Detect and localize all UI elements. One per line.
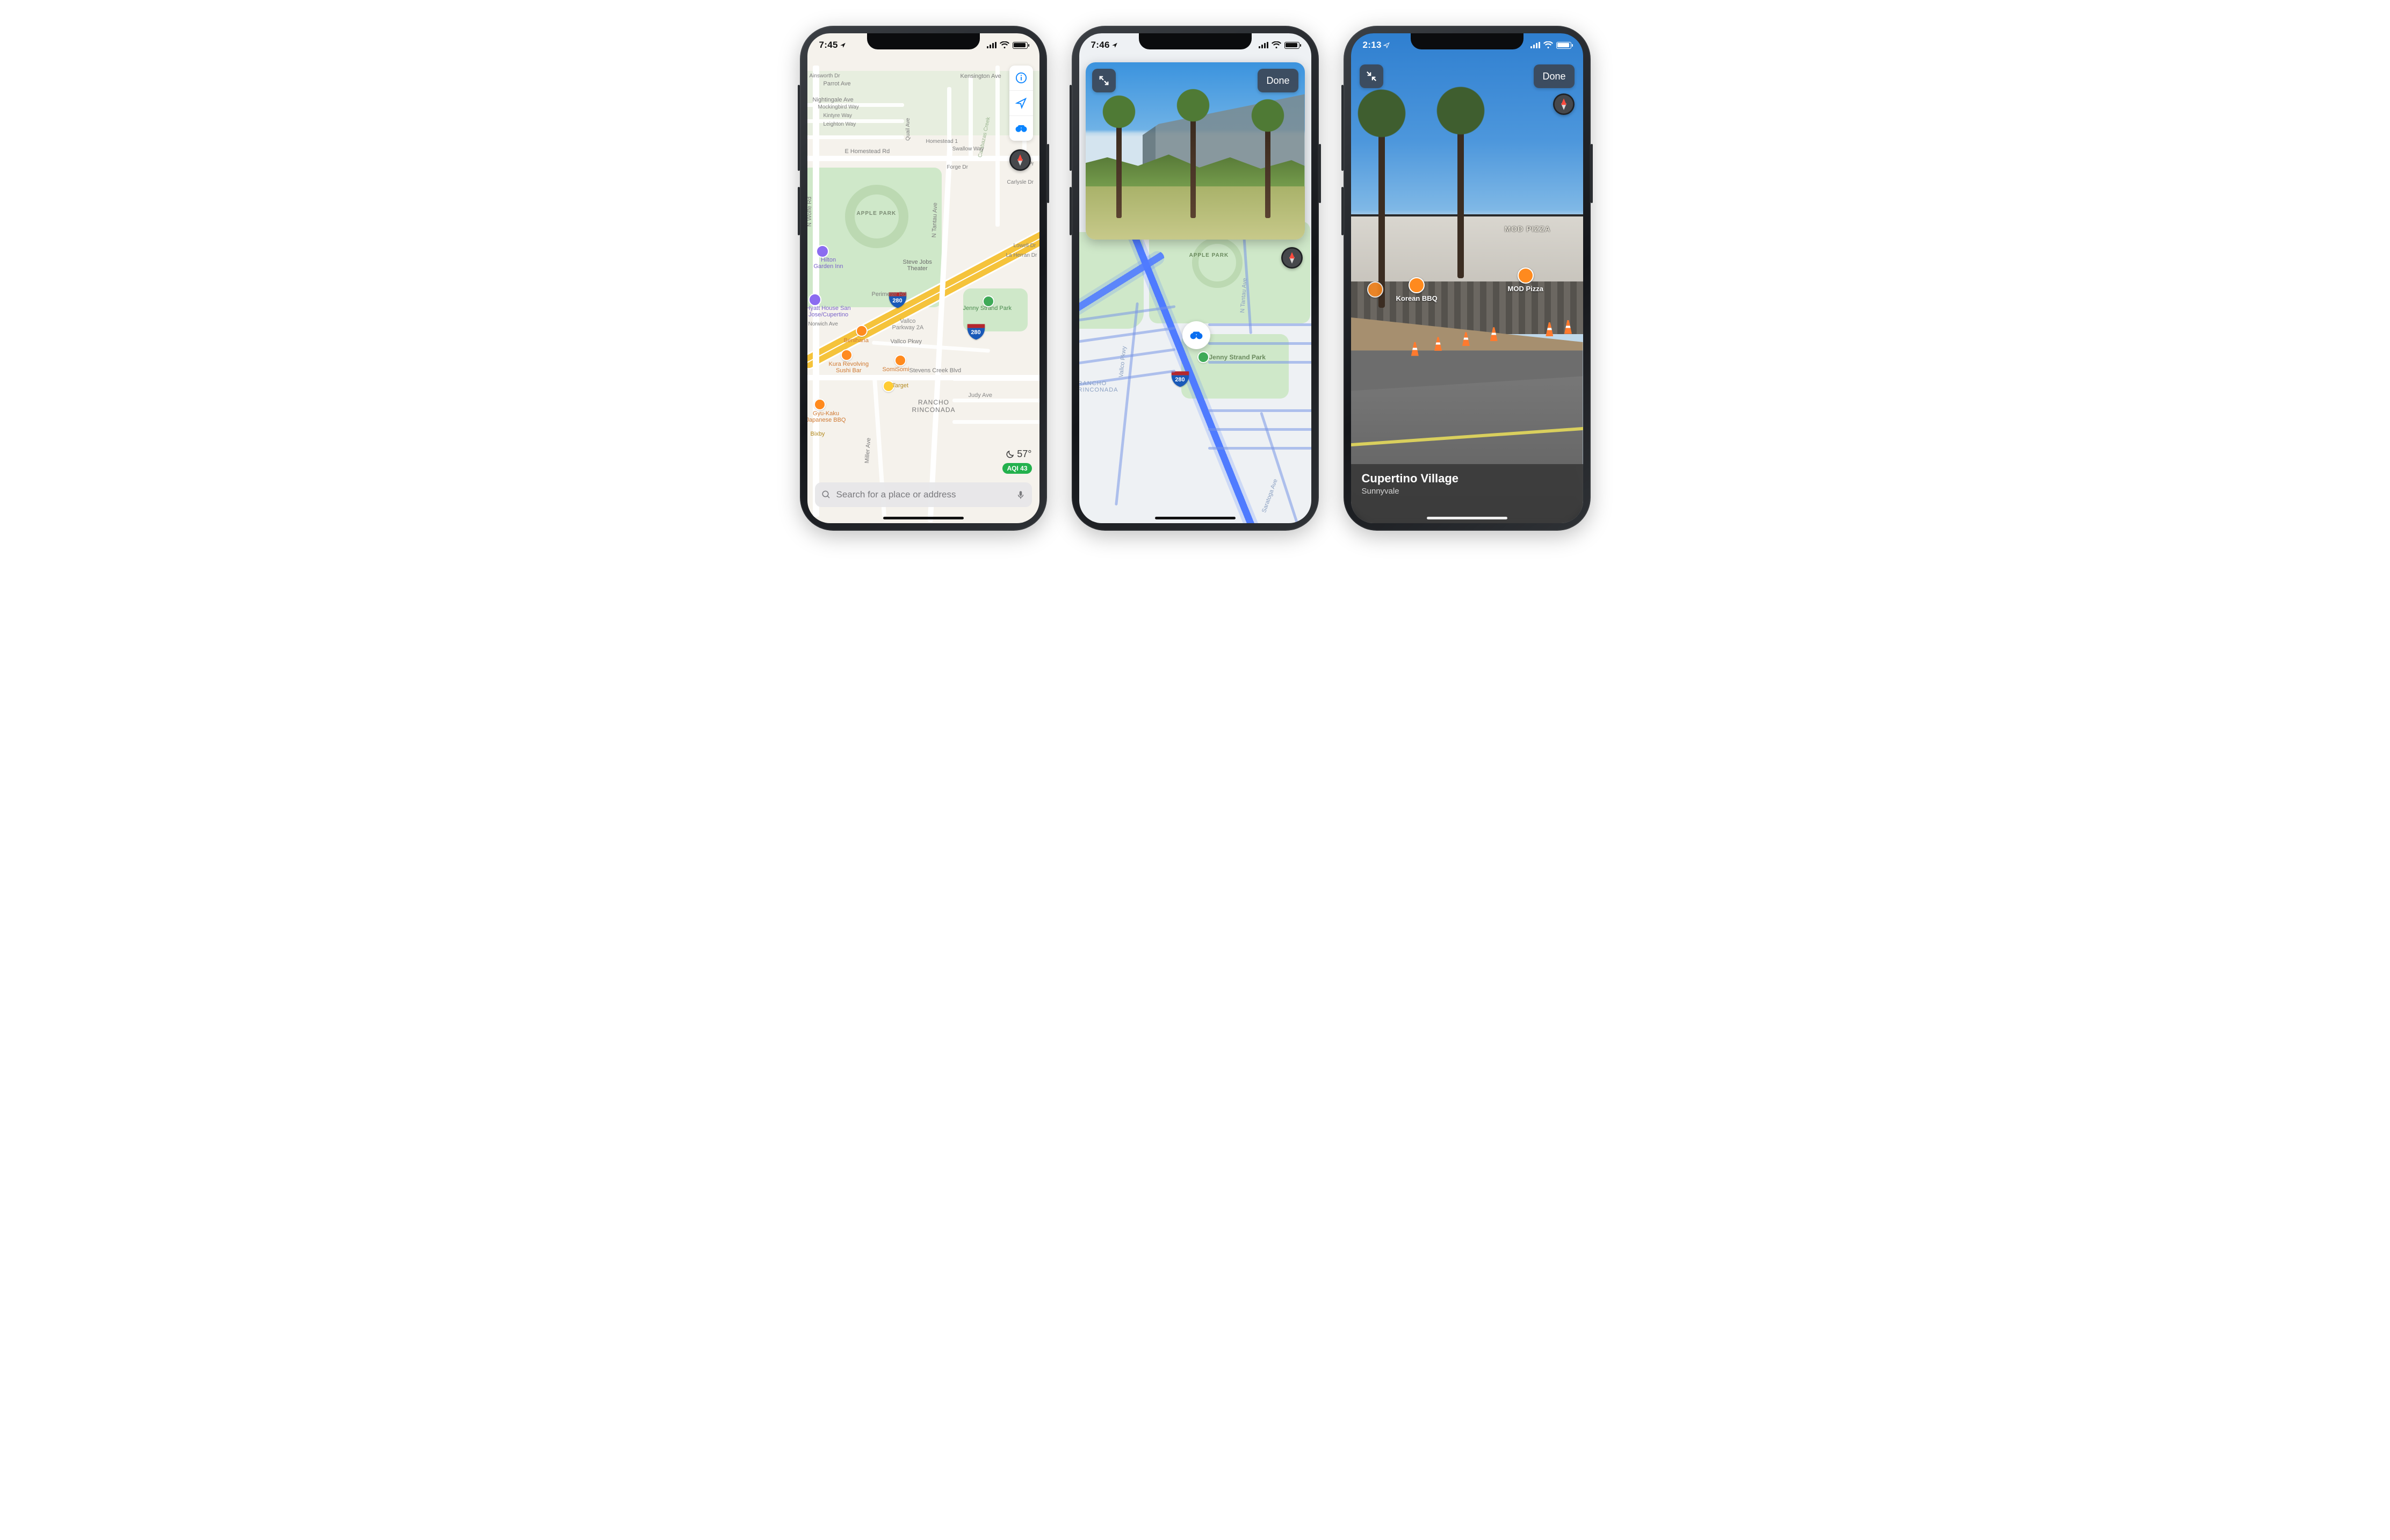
shrink-button[interactable] (1360, 64, 1383, 88)
map-canvas[interactable]: APPLE PARK 280 280 (807, 33, 1039, 523)
location-services-icon (840, 42, 846, 48)
lookaround-cursor[interactable] (1182, 321, 1210, 349)
street-kensington: Kensington Ave (961, 73, 1001, 79)
pin-jenny[interactable] (1197, 351, 1209, 363)
status-time: 7:46 (1091, 40, 1110, 50)
compass-button[interactable] (1281, 247, 1303, 269)
search-icon (821, 490, 831, 500)
food-icon (1409, 277, 1425, 293)
cellular-icon (1530, 42, 1540, 48)
street-carlysle: Carlysle Dr (1007, 179, 1034, 185)
pin-hyatt[interactable] (808, 293, 821, 306)
lookaround-button[interactable] (1009, 116, 1033, 141)
store-sign: MOD PIZZA (1505, 225, 1551, 233)
pin-somisomi[interactable] (894, 355, 906, 366)
status-time: 7:45 (819, 40, 838, 50)
street-nightingale: Nightingale Ave (813, 97, 854, 103)
street-laherran: La Herran Dr (1006, 252, 1037, 258)
pin-jenny-strand[interactable] (983, 295, 994, 307)
location-services-icon (1383, 42, 1390, 48)
street-homestead: E Homestead Rd (845, 148, 890, 155)
wifi-icon (1000, 41, 1009, 49)
street-tantau: N Tantau Ave (931, 203, 938, 237)
dictation-icon[interactable] (1016, 490, 1026, 500)
street-wolfe: N Wolfe Rd (807, 197, 813, 227)
lookaround-view[interactable]: MOD PIZZA (1351, 33, 1583, 523)
compass-button[interactable] (1553, 93, 1575, 115)
cellular-icon (987, 42, 997, 48)
wifi-icon (1543, 41, 1553, 49)
search-bar[interactable]: Search for a place or address (815, 482, 1032, 507)
street-stevens: Stevens Creek Blvd (909, 367, 962, 374)
phone-lookaround-fullscreen: 2:13 MOD PIZZA (1344, 26, 1591, 531)
district-rancho: RANCHO RINCONADA (912, 399, 956, 414)
notch (867, 33, 980, 49)
info-button[interactable] (1009, 66, 1033, 91)
food-icon (1367, 281, 1383, 298)
location-title: Cupertino Village (1362, 472, 1572, 486)
map-controls (1009, 66, 1033, 141)
district-rancho: RANCHO RINCONADA (1079, 380, 1118, 393)
poi-apple-park: APPLE PARK (857, 211, 897, 216)
battery-icon (1284, 42, 1299, 49)
shield-i280: 280 (966, 321, 986, 341)
pin-kura[interactable] (841, 349, 853, 361)
aqi-chip[interactable]: AQI 43 (1002, 463, 1031, 474)
shrink-icon (1366, 70, 1377, 82)
poi-apple-park: APPLE PARK (1189, 252, 1229, 258)
street-kintyre: Kintyre Way (824, 113, 853, 119)
search-placeholder: Search for a place or address (836, 489, 1010, 500)
pin-benihana[interactable] (856, 325, 868, 337)
poi-mod-pizza[interactable]: MOD Pizza (1508, 267, 1543, 293)
location-services-icon (1111, 42, 1118, 48)
location-subtitle: Sunnyvale (1362, 487, 1572, 496)
street-vallco-pkwy: Vallco Pkwy (891, 338, 922, 345)
pin-hilton[interactable] (816, 245, 829, 258)
battery-icon (1013, 42, 1028, 49)
poi-jenny: Jenny Strand Park (1209, 353, 1266, 361)
notch (1139, 33, 1252, 49)
home-indicator[interactable] (883, 517, 964, 519)
done-button[interactable]: Done (1258, 69, 1298, 92)
poi-nukai[interactable] (1367, 281, 1383, 298)
status-time: 2:13 (1363, 40, 1382, 50)
done-button[interactable]: Done (1534, 64, 1574, 88)
locate-button[interactable] (1009, 91, 1033, 116)
poi-steve-jobs-theater: Steve Jobs Theater (903, 259, 932, 272)
home-indicator[interactable] (1427, 517, 1507, 519)
pin-gyukaku[interactable] (814, 399, 826, 410)
wifi-icon (1272, 41, 1281, 49)
expand-button[interactable] (1092, 69, 1116, 92)
street-quail: Quail Ave (905, 118, 911, 141)
street-swallow: Swallow Way (952, 146, 984, 152)
street-leighton: Leighton Way (824, 121, 856, 127)
home-indicator[interactable] (1155, 517, 1236, 519)
street-mockingbird: Mockingbird Way (818, 104, 859, 110)
phone-lookaround-preview: 7:46 280 (1072, 26, 1319, 531)
street-norwich: Norwich Ave (808, 321, 838, 327)
street-lowell: Lowell Dr (1014, 243, 1036, 249)
street-ainsworth: Ainsworth Dr (810, 73, 840, 79)
pizza-icon (1518, 267, 1534, 284)
street-perimeter: Perimeter Rd (872, 291, 907, 298)
poi-korean-bbq[interactable]: Korean BBQ (1396, 277, 1438, 302)
cellular-icon (1259, 42, 1268, 48)
expand-icon (1098, 75, 1110, 86)
weather-chip[interactable]: 57° (1005, 449, 1031, 460)
battery-icon (1556, 42, 1571, 49)
label-homestead1: Homestead 1 (926, 139, 958, 144)
location-footer[interactable]: Cupertino Village Sunnyvale (1351, 464, 1583, 523)
phone-maps-overview: 7:45 APPLE PARK 280 (800, 26, 1047, 531)
street-parrot: Parrot Ave (824, 81, 851, 87)
notch (1411, 33, 1523, 49)
street-forge: Forge Dr (947, 164, 968, 170)
compass-button[interactable] (1009, 149, 1031, 171)
moon-icon (1005, 450, 1015, 459)
